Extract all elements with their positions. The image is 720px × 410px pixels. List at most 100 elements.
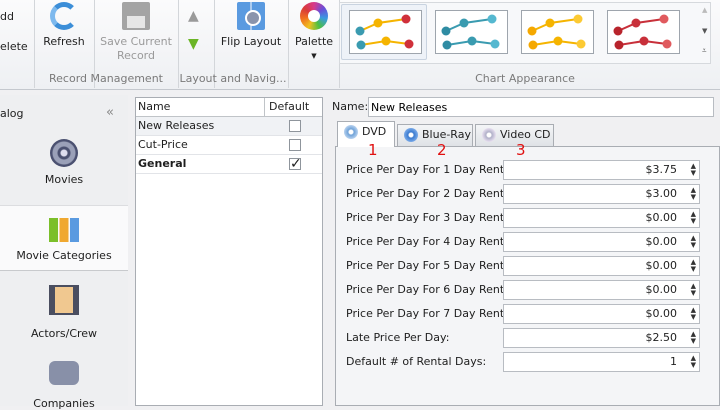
refresh-button[interactable]: Refresh [38, 2, 90, 49]
name-input[interactable] [368, 97, 714, 117]
default-checkbox[interactable] [289, 139, 301, 151]
field-label: Price Per Day For 5 Day Rental: [346, 259, 518, 272]
blu-ray-disc-icon [404, 128, 418, 142]
chart-style-3[interactable] [521, 10, 594, 54]
preview-point [442, 40, 452, 50]
field-value: $3.00 [645, 187, 678, 200]
move-down-icon[interactable]: ▼ [188, 36, 199, 52]
flip-layout-button[interactable]: Flip Layout [218, 2, 284, 49]
preview-point [659, 14, 669, 24]
gallery-scroll-down-icon[interactable]: ▼ [702, 27, 707, 35]
column-header-default[interactable]: Default [264, 98, 309, 116]
preview-point [553, 36, 563, 46]
preview-point [573, 14, 583, 24]
delete-button[interactable]: elete [0, 40, 30, 54]
chart-style-preview [527, 14, 586, 50]
spin-edit[interactable]: $0.00 ▲ ▼ [503, 304, 700, 324]
dvd-disc-icon [344, 125, 358, 139]
actor-film-icon [49, 285, 79, 315]
refresh-label: Refresh [43, 35, 85, 48]
table-row[interactable]: New Releases [136, 117, 322, 136]
spin-buttons-icon[interactable]: ▲ ▼ [691, 163, 696, 177]
field-value: $3.75 [645, 163, 678, 176]
field-value: $0.00 [645, 211, 678, 224]
table-row[interactable]: Cut-Price [136, 136, 322, 155]
group-label-record: Record Management [49, 72, 163, 85]
field-label: Price Per Day For 1 Day Rental: [346, 163, 518, 176]
preview-point [373, 18, 383, 28]
nav-item-movies[interactable]: Movies [0, 135, 128, 197]
spin-buttons-icon[interactable]: ▲ ▼ [691, 259, 696, 273]
move-up-icon[interactable]: ▲ [188, 8, 199, 24]
add-button[interactable]: dd [0, 10, 30, 24]
preview-point [490, 39, 500, 49]
preview-line [359, 18, 407, 32]
spin-edit[interactable]: $3.75 ▲ ▼ [503, 160, 700, 180]
group-label-layout: Layout and Navig... [179, 72, 287, 85]
chart-style-preview [355, 14, 414, 50]
preview-point [662, 39, 672, 49]
default-checkbox[interactable]: ✓ [289, 157, 302, 171]
field-label: Price Per Day For 3 Day Rental: [346, 211, 518, 224]
film-reel-icon [50, 139, 78, 167]
gallery-expand-icon[interactable]: ⩡ [702, 46, 707, 56]
chart-style-preview [441, 14, 500, 50]
spin-buttons-icon[interactable]: ▲ ▼ [691, 307, 696, 321]
field-label: Late Price Per Day: [346, 331, 450, 344]
annotation-3: 3 [516, 141, 526, 159]
save-current-record-button[interactable]: Save Current Record [98, 2, 174, 63]
spin-edit[interactable]: $0.00 ▲ ▼ [503, 208, 700, 228]
column-header-name[interactable]: Name [138, 100, 170, 113]
table-row[interactable]: General ✓ [136, 155, 322, 174]
field-value: $2.50 [645, 331, 678, 344]
annotation-2: 2 [437, 141, 447, 159]
tab-blue-ray[interactable]: Blue-Ray [397, 124, 473, 146]
nav-item-movie-categories[interactable]: Movie Categories [0, 205, 128, 271]
palette-button[interactable]: Palette ▼ [292, 2, 336, 63]
field-value: 1 [670, 355, 677, 368]
spin-edit[interactable]: $3.00 ▲ ▼ [503, 184, 700, 204]
field-label: Price Per Day For 6 Day Rental: [346, 283, 518, 296]
preview-point [459, 18, 469, 28]
spin-buttons-icon[interactable]: ▲ ▼ [691, 283, 696, 297]
tab-video-cd[interactable]: Video CD [475, 124, 554, 146]
nav-item-companies[interactable]: Companies [0, 357, 128, 410]
preview-point [639, 36, 649, 46]
collapse-nav-button[interactable]: « [106, 105, 114, 120]
field-label: Price Per Day For 2 Day Rental: [346, 187, 518, 200]
spin-edit[interactable]: $0.00 ▲ ▼ [503, 256, 700, 276]
chart-style-preview [613, 14, 672, 50]
chart-style-2[interactable] [435, 10, 508, 54]
name-label: Name: [332, 100, 369, 113]
preview-point [527, 26, 537, 36]
spin-edit[interactable]: $0.00 ▲ ▼ [503, 280, 700, 300]
categories-grid: Name Default New Releases Cut-Price Gene… [135, 97, 323, 406]
spin-buttons-icon[interactable]: ▲ ▼ [691, 187, 696, 201]
preview-line [617, 18, 665, 32]
spin-buttons-icon[interactable]: ▲ ▼ [691, 355, 696, 369]
field-label: Price Per Day For 4 Day Rental: [346, 235, 518, 248]
spin-buttons-icon[interactable]: ▲ ▼ [691, 235, 696, 249]
preview-point [613, 26, 623, 36]
field-value: $0.00 [645, 259, 678, 272]
gallery-scroll-up-icon[interactable]: ▲ [702, 6, 707, 14]
save-icon [122, 2, 150, 30]
navigation-pane: alog « Movies Movie Categories Actors/Cr… [0, 95, 128, 410]
spin-edit[interactable]: $0.00 ▲ ▼ [503, 232, 700, 252]
tab-dvd[interactable]: DVD [337, 121, 395, 147]
nav-item-actors-crew[interactable]: Actors/Crew [0, 281, 128, 343]
annotation-1: 1 [368, 141, 378, 159]
spin-buttons-icon[interactable]: ▲ ▼ [691, 211, 696, 225]
chart-style-1[interactable] [349, 10, 422, 54]
preview-line [445, 18, 493, 32]
preview-point [355, 26, 365, 36]
spin-edit[interactable]: $2.50 ▲ ▼ [503, 328, 700, 348]
spin-buttons-icon[interactable]: ▲ ▼ [691, 331, 696, 345]
preview-point [487, 14, 497, 24]
preview-point [545, 18, 555, 28]
chart-style-4[interactable] [607, 10, 680, 54]
default-checkbox[interactable] [289, 120, 301, 132]
binders-icon [49, 218, 79, 242]
preview-point [614, 40, 624, 50]
spin-edit[interactable]: 1 ▲ ▼ [503, 352, 700, 372]
